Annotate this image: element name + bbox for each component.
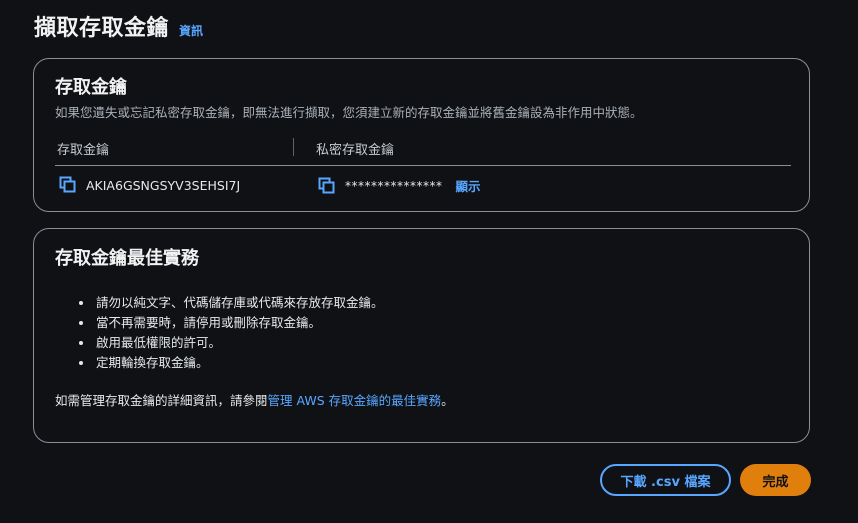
- access-key-cell: AKIA6GSNGSYV3SEHSI7J: [59, 176, 240, 194]
- best-practices-list: 請勿以純文字、代碼儲存庫或代碼來存放存取金鑰。 當不再需要時，請停用或刪除存取金…: [76, 293, 384, 373]
- list-item: 請勿以純文字、代碼儲存庫或代碼來存放存取金鑰。: [94, 293, 384, 313]
- done-button[interactable]: 完成: [740, 464, 811, 496]
- page-header: 擷取存取金鑰 資訊: [34, 10, 203, 42]
- copy-icon[interactable]: [59, 176, 77, 194]
- list-item: 啟用最低權限的許可。: [94, 333, 384, 353]
- column-header-access-key: 存取金鑰: [57, 143, 110, 158]
- best-practices-link[interactable]: 管理 AWS 存取金鑰的最佳實務: [268, 393, 442, 408]
- retrieve-access-keys-page: 擷取存取金鑰 資訊 存取金鑰 如果您遺失或忘記私密存取金鑰，即無法進行擷取，您須…: [0, 0, 858, 523]
- list-item: 定期輪換存取金鑰。: [94, 353, 384, 373]
- footer-suffix: 。: [441, 393, 454, 408]
- access-keys-card: 存取金鑰 如果您遺失或忘記私密存取金鑰，即無法進行擷取，您須建立新的存取金鑰並將…: [33, 58, 810, 212]
- best-practices-footer: 如需管理存取金鑰的詳細資訊，請參閱管理 AWS 存取金鑰的最佳實務。: [55, 390, 454, 409]
- footer-text: 如需管理存取金鑰的詳細資訊，請參閱: [55, 393, 268, 408]
- info-link[interactable]: 資訊: [179, 22, 203, 39]
- column-header-secret-key: 私密存取金鑰: [316, 143, 395, 158]
- copy-icon[interactable]: [318, 177, 336, 195]
- best-practices-card-title: 存取金鑰最佳實務: [55, 248, 199, 269]
- access-keys-card-title: 存取金鑰: [55, 77, 127, 98]
- best-practices-card: 存取金鑰最佳實務 請勿以純文字、代碼儲存庫或代碼來存放存取金鑰。 當不再需要時，…: [33, 228, 810, 443]
- show-secret-link[interactable]: 顯示: [456, 176, 481, 195]
- secret-key-cell: *************** 顯示: [318, 176, 481, 195]
- access-keys-description: 如果您遺失或忘記私密存取金鑰，即無法進行擷取，您須建立新的存取金鑰並將舊金鑰設為…: [55, 105, 643, 120]
- download-csv-button[interactable]: 下載 .csv 檔案: [600, 464, 731, 496]
- list-item: 當不再需要時，請停用或刪除存取金鑰。: [94, 313, 384, 333]
- page-title: 擷取存取金鑰: [34, 16, 170, 41]
- secret-key-masked: ***************: [345, 178, 443, 193]
- table-divider: [55, 165, 791, 166]
- access-key-value: AKIA6GSNGSYV3SEHSI7J: [86, 177, 241, 193]
- column-divider: [293, 138, 294, 156]
